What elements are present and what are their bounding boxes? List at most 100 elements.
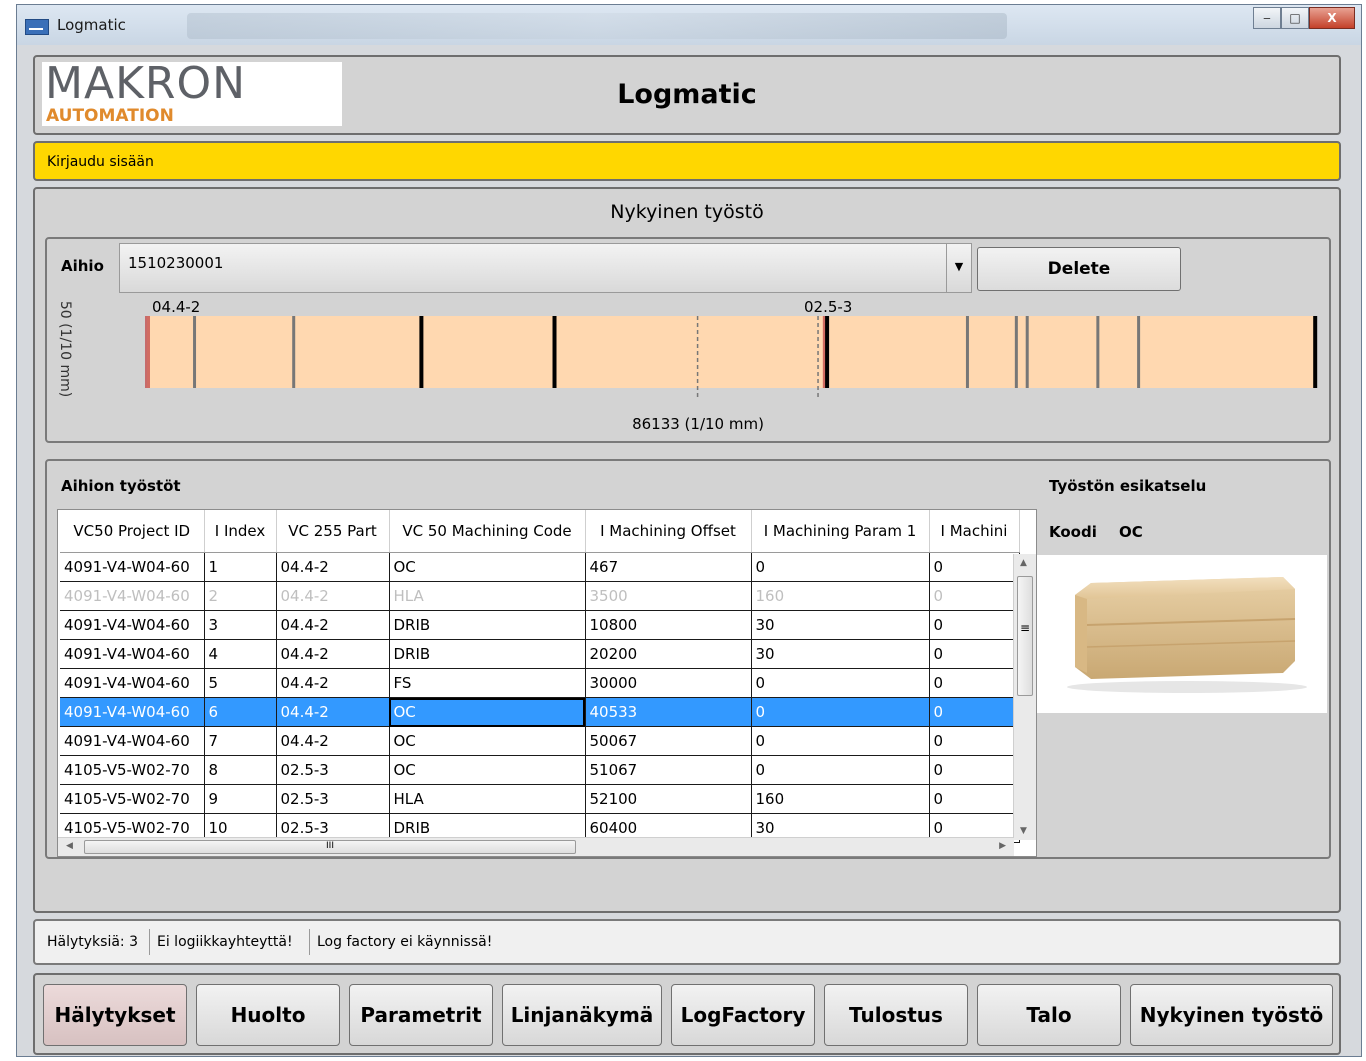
table-cell[interactable]: DRIB bbox=[389, 610, 586, 640]
table-cell[interactable]: FS bbox=[389, 668, 586, 698]
table-row[interactable]: 4091-V4-W04-60 5 04.4-2 FS 30000 0 0 bbox=[60, 668, 1020, 698]
table-cell[interactable]: OC bbox=[389, 726, 586, 756]
table-row[interactable]: 4091-V4-W04-60 2 04.4-2 HLA 3500 160 0 bbox=[60, 581, 1020, 611]
table-cell[interactable]: 1 bbox=[204, 552, 277, 582]
nav-alarms-button[interactable]: Hälytykset bbox=[43, 984, 187, 1046]
table-cell[interactable]: 160 bbox=[751, 581, 930, 611]
table-cell[interactable]: 40533 bbox=[585, 697, 752, 727]
table-cell[interactable]: 0 bbox=[929, 581, 1020, 611]
table-cell[interactable]: 0 bbox=[929, 552, 1020, 582]
table-cell[interactable]: 3 bbox=[204, 610, 277, 640]
table-cell[interactable]: 04.4-2 bbox=[276, 610, 390, 640]
table-cell[interactable]: 04.4-2 bbox=[276, 552, 390, 582]
table-cell[interactable]: 02.5-3 bbox=[276, 755, 390, 785]
operations-grid[interactable]: VC50 Project ID I Index VC 255 Part VC 50 M… bbox=[57, 509, 1037, 857]
scroll-right-icon[interactable]: ▶ bbox=[999, 841, 1006, 851]
login-bar[interactable]: Kirjaudu sisään bbox=[33, 141, 1341, 181]
nav-current-machining-button[interactable]: Nykyinen työstö bbox=[1130, 984, 1333, 1046]
table-row[interactable]: 4091-V4-W04-60 4 04.4-2 DRIB 20200 30 0 bbox=[60, 639, 1020, 669]
table-cell[interactable]: HLA bbox=[389, 784, 586, 814]
minimize-button[interactable]: ‒ bbox=[1253, 7, 1281, 29]
table-row[interactable]: 4091-V4-W04-60 7 04.4-2 OC 50067 0 0 bbox=[60, 726, 1020, 756]
horizontal-scrollbar[interactable]: ◀ III ▶ bbox=[58, 837, 1014, 856]
table-cell[interactable]: 30000 bbox=[585, 668, 752, 698]
nav-maintenance-button[interactable]: Huolto bbox=[196, 984, 340, 1046]
table-cell[interactable]: 0 bbox=[751, 668, 930, 698]
table-cell[interactable]: 7 bbox=[204, 726, 277, 756]
column-header[interactable]: VC 255 Part bbox=[276, 510, 390, 553]
table-cell[interactable]: 4091-V4-W04-60 bbox=[60, 581, 205, 611]
table-cell[interactable]: 52100 bbox=[585, 784, 752, 814]
table-cell[interactable]: 0 bbox=[929, 784, 1020, 814]
column-header[interactable]: I Machini bbox=[929, 510, 1020, 553]
scroll-left-icon[interactable]: ◀ bbox=[66, 841, 73, 851]
table-cell[interactable]: 0 bbox=[929, 726, 1020, 756]
maximize-button[interactable]: □ bbox=[1281, 7, 1309, 29]
table-cell[interactable]: 4105-V5-W02-70 bbox=[60, 755, 205, 785]
table-cell[interactable]: 04.4-2 bbox=[276, 697, 390, 727]
table-cell[interactable]: 160 bbox=[751, 784, 930, 814]
table-cell[interactable]: 04.4-2 bbox=[276, 668, 390, 698]
table-row[interactable]: 4105-V5-W02-70 8 02.5-3 OC 51067 0 0 bbox=[60, 755, 1020, 785]
table-row[interactable]: 4091-V4-W04-60 6 04.4-2 OC 40533 0 0 bbox=[60, 697, 1020, 727]
table-cell[interactable]: 3500 bbox=[585, 581, 752, 611]
table-cell[interactable]: HLA bbox=[389, 581, 586, 611]
table-cell[interactable]: 467 bbox=[585, 552, 752, 582]
table-cell[interactable]: 4091-V4-W04-60 bbox=[60, 552, 205, 582]
column-header[interactable]: VC 50 Machining Code bbox=[389, 510, 586, 553]
table-cell[interactable]: 04.4-2 bbox=[276, 581, 390, 611]
table-cell[interactable]: DRIB bbox=[389, 639, 586, 669]
table-row[interactable]: 4091-V4-W04-60 1 04.4-2 OC 467 0 0 bbox=[60, 552, 1020, 582]
table-row[interactable]: 4105-V5-W02-70 9 02.5-3 HLA 52100 160 0 bbox=[60, 784, 1020, 814]
table-cell[interactable]: 4091-V4-W04-60 bbox=[60, 668, 205, 698]
table-cell[interactable]: 0 bbox=[929, 610, 1020, 640]
title-bar[interactable]: Logmatic ‒ □ X bbox=[17, 5, 1361, 45]
table-cell[interactable]: 0 bbox=[751, 726, 930, 756]
table-cell[interactable]: 4105-V5-W02-70 bbox=[60, 784, 205, 814]
nav-parameters-button[interactable]: Parametrit bbox=[349, 984, 493, 1046]
close-button[interactable]: X bbox=[1309, 7, 1355, 29]
horizontal-scroll-thumb[interactable]: III bbox=[84, 840, 576, 854]
table-cell[interactable]: 2 bbox=[204, 581, 277, 611]
table-cell[interactable]: 9 bbox=[204, 784, 277, 814]
column-header[interactable]: I Index bbox=[204, 510, 277, 553]
nav-line-view-button[interactable]: Linjanäkymä bbox=[502, 984, 662, 1046]
table-cell[interactable]: 0 bbox=[751, 697, 930, 727]
nav-house-button[interactable]: Talo bbox=[977, 984, 1121, 1046]
table-cell[interactable]: 5 bbox=[204, 668, 277, 698]
table-cell[interactable]: 04.4-2 bbox=[276, 639, 390, 669]
table-cell[interactable]: 0 bbox=[751, 552, 930, 582]
table-cell[interactable]: 0 bbox=[751, 755, 930, 785]
table-cell[interactable]: 02.5-3 bbox=[276, 784, 390, 814]
table-cell[interactable]: 04.4-2 bbox=[276, 726, 390, 756]
table-cell[interactable]: 4091-V4-W04-60 bbox=[60, 639, 205, 669]
table-cell[interactable]: 4091-V4-W04-60 bbox=[60, 726, 205, 756]
table-cell[interactable]: 8 bbox=[204, 755, 277, 785]
vertical-scrollbar[interactable]: ▲ ≡ ▼ bbox=[1013, 554, 1036, 840]
table-cell[interactable]: OC bbox=[389, 552, 586, 582]
table-cell[interactable]: OC bbox=[389, 755, 586, 785]
table-cell[interactable]: 30 bbox=[751, 639, 930, 669]
table-cell[interactable]: 4091-V4-W04-60 bbox=[60, 697, 205, 727]
table-cell[interactable]: 6 bbox=[204, 697, 277, 727]
table-cell[interactable]: 0 bbox=[929, 697, 1020, 727]
table-cell[interactable]: 4091-V4-W04-60 bbox=[60, 610, 205, 640]
table-cell[interactable]: 30 bbox=[751, 610, 930, 640]
vertical-scroll-thumb[interactable]: ≡ bbox=[1017, 576, 1033, 696]
table-cell[interactable]: 51067 bbox=[585, 755, 752, 785]
login-link[interactable]: Kirjaudu sisään bbox=[47, 154, 154, 170]
table-cell[interactable]: 0 bbox=[929, 755, 1020, 785]
nav-print-button[interactable]: Tulostus bbox=[824, 984, 968, 1046]
table-cell[interactable]: OC bbox=[389, 697, 586, 727]
table-cell[interactable]: 0 bbox=[929, 639, 1020, 669]
column-header[interactable]: I Machining Param 1 bbox=[751, 510, 930, 553]
scroll-down-icon[interactable]: ▼ bbox=[1020, 826, 1027, 836]
scroll-up-icon[interactable]: ▲ bbox=[1020, 558, 1027, 568]
table-cell[interactable]: 0 bbox=[929, 668, 1020, 698]
table-cell[interactable]: 10800 bbox=[585, 610, 752, 640]
table-cell[interactable]: 20200 bbox=[585, 639, 752, 669]
nav-logfactory-button[interactable]: LogFactory bbox=[671, 984, 815, 1046]
table-cell[interactable]: 50067 bbox=[585, 726, 752, 756]
table-cell[interactable]: 4 bbox=[204, 639, 277, 669]
table-row[interactable]: 4091-V4-W04-60 3 04.4-2 DRIB 10800 30 0 bbox=[60, 610, 1020, 640]
